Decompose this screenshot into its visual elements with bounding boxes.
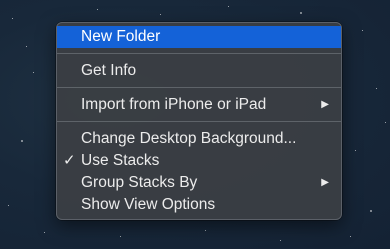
menu-item-label: Use Stacks [81, 152, 160, 169]
menu-item-group-stacks-by[interactable]: Group Stacks By ▶ [57, 172, 341, 194]
menu-item-import-from-iphone-or-ipad[interactable]: Import from iPhone or iPad ▶ [57, 94, 341, 116]
submenu-arrow-icon: ▶ [321, 99, 329, 110]
checkmark-icon: ✓ [63, 152, 76, 169]
desktop-context-menu: New Folder Get Info Import from iPhone o… [56, 22, 342, 220]
menu-item-label: Group Stacks By [81, 174, 198, 191]
menu-item-label: Get Info [81, 62, 137, 79]
submenu-arrow-icon: ▶ [321, 177, 329, 188]
menu-item-label: Show View Options [81, 196, 216, 213]
menu-item-label: New Folder [81, 28, 161, 45]
menu-separator [57, 121, 341, 122]
menu-item-label: Change Desktop Background... [81, 130, 297, 147]
menu-item-show-view-options[interactable]: Show View Options [57, 194, 341, 216]
menu-separator [57, 53, 341, 54]
menu-item-get-info[interactable]: Get Info [57, 60, 341, 82]
menu-item-change-desktop-background[interactable]: Change Desktop Background... [57, 128, 341, 150]
menu-separator [57, 87, 341, 88]
menu-item-new-folder[interactable]: New Folder [57, 26, 341, 48]
menu-item-label: Import from iPhone or iPad [81, 96, 267, 113]
menu-item-use-stacks[interactable]: ✓ Use Stacks [57, 150, 341, 172]
